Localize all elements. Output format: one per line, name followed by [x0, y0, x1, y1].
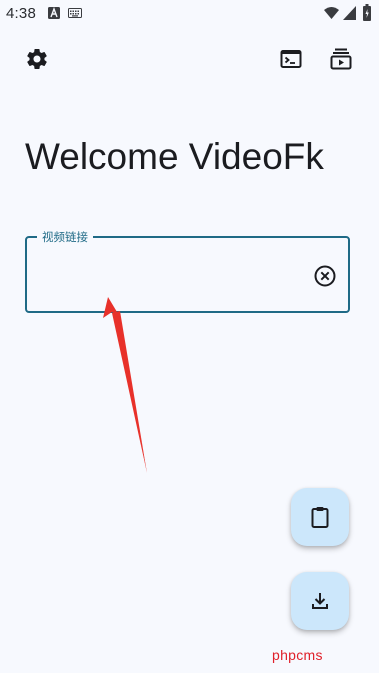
gear-icon	[27, 49, 47, 69]
paste-button[interactable]	[291, 488, 349, 546]
cancel-circle-icon[interactable]	[313, 264, 337, 288]
playlist-icon	[330, 48, 352, 70]
battery-icon	[363, 4, 371, 21]
download-button[interactable]	[291, 572, 349, 630]
keyboard-icon	[68, 8, 82, 18]
terminal-icon	[280, 50, 302, 68]
clipboard-icon	[311, 507, 329, 528]
status-bar: 4:38	[0, 0, 379, 28]
text-notification-icon	[48, 7, 60, 19]
cell-signal-icon	[343, 6, 356, 20]
video-url-field[interactable]: 视频链接	[25, 229, 350, 313]
watermark: phpcms	[272, 647, 323, 663]
status-time: 4:38	[6, 5, 36, 22]
page-title: Welcome VideoFk	[25, 136, 324, 177]
settings-button[interactable]	[17, 39, 57, 79]
download-icon	[312, 593, 328, 609]
download-queue-button[interactable]	[321, 39, 361, 79]
terminal-button[interactable]	[271, 39, 311, 79]
wifi-icon	[324, 7, 339, 19]
video-url-input[interactable]	[41, 260, 305, 292]
video-url-label: 视频链接	[37, 229, 93, 245]
